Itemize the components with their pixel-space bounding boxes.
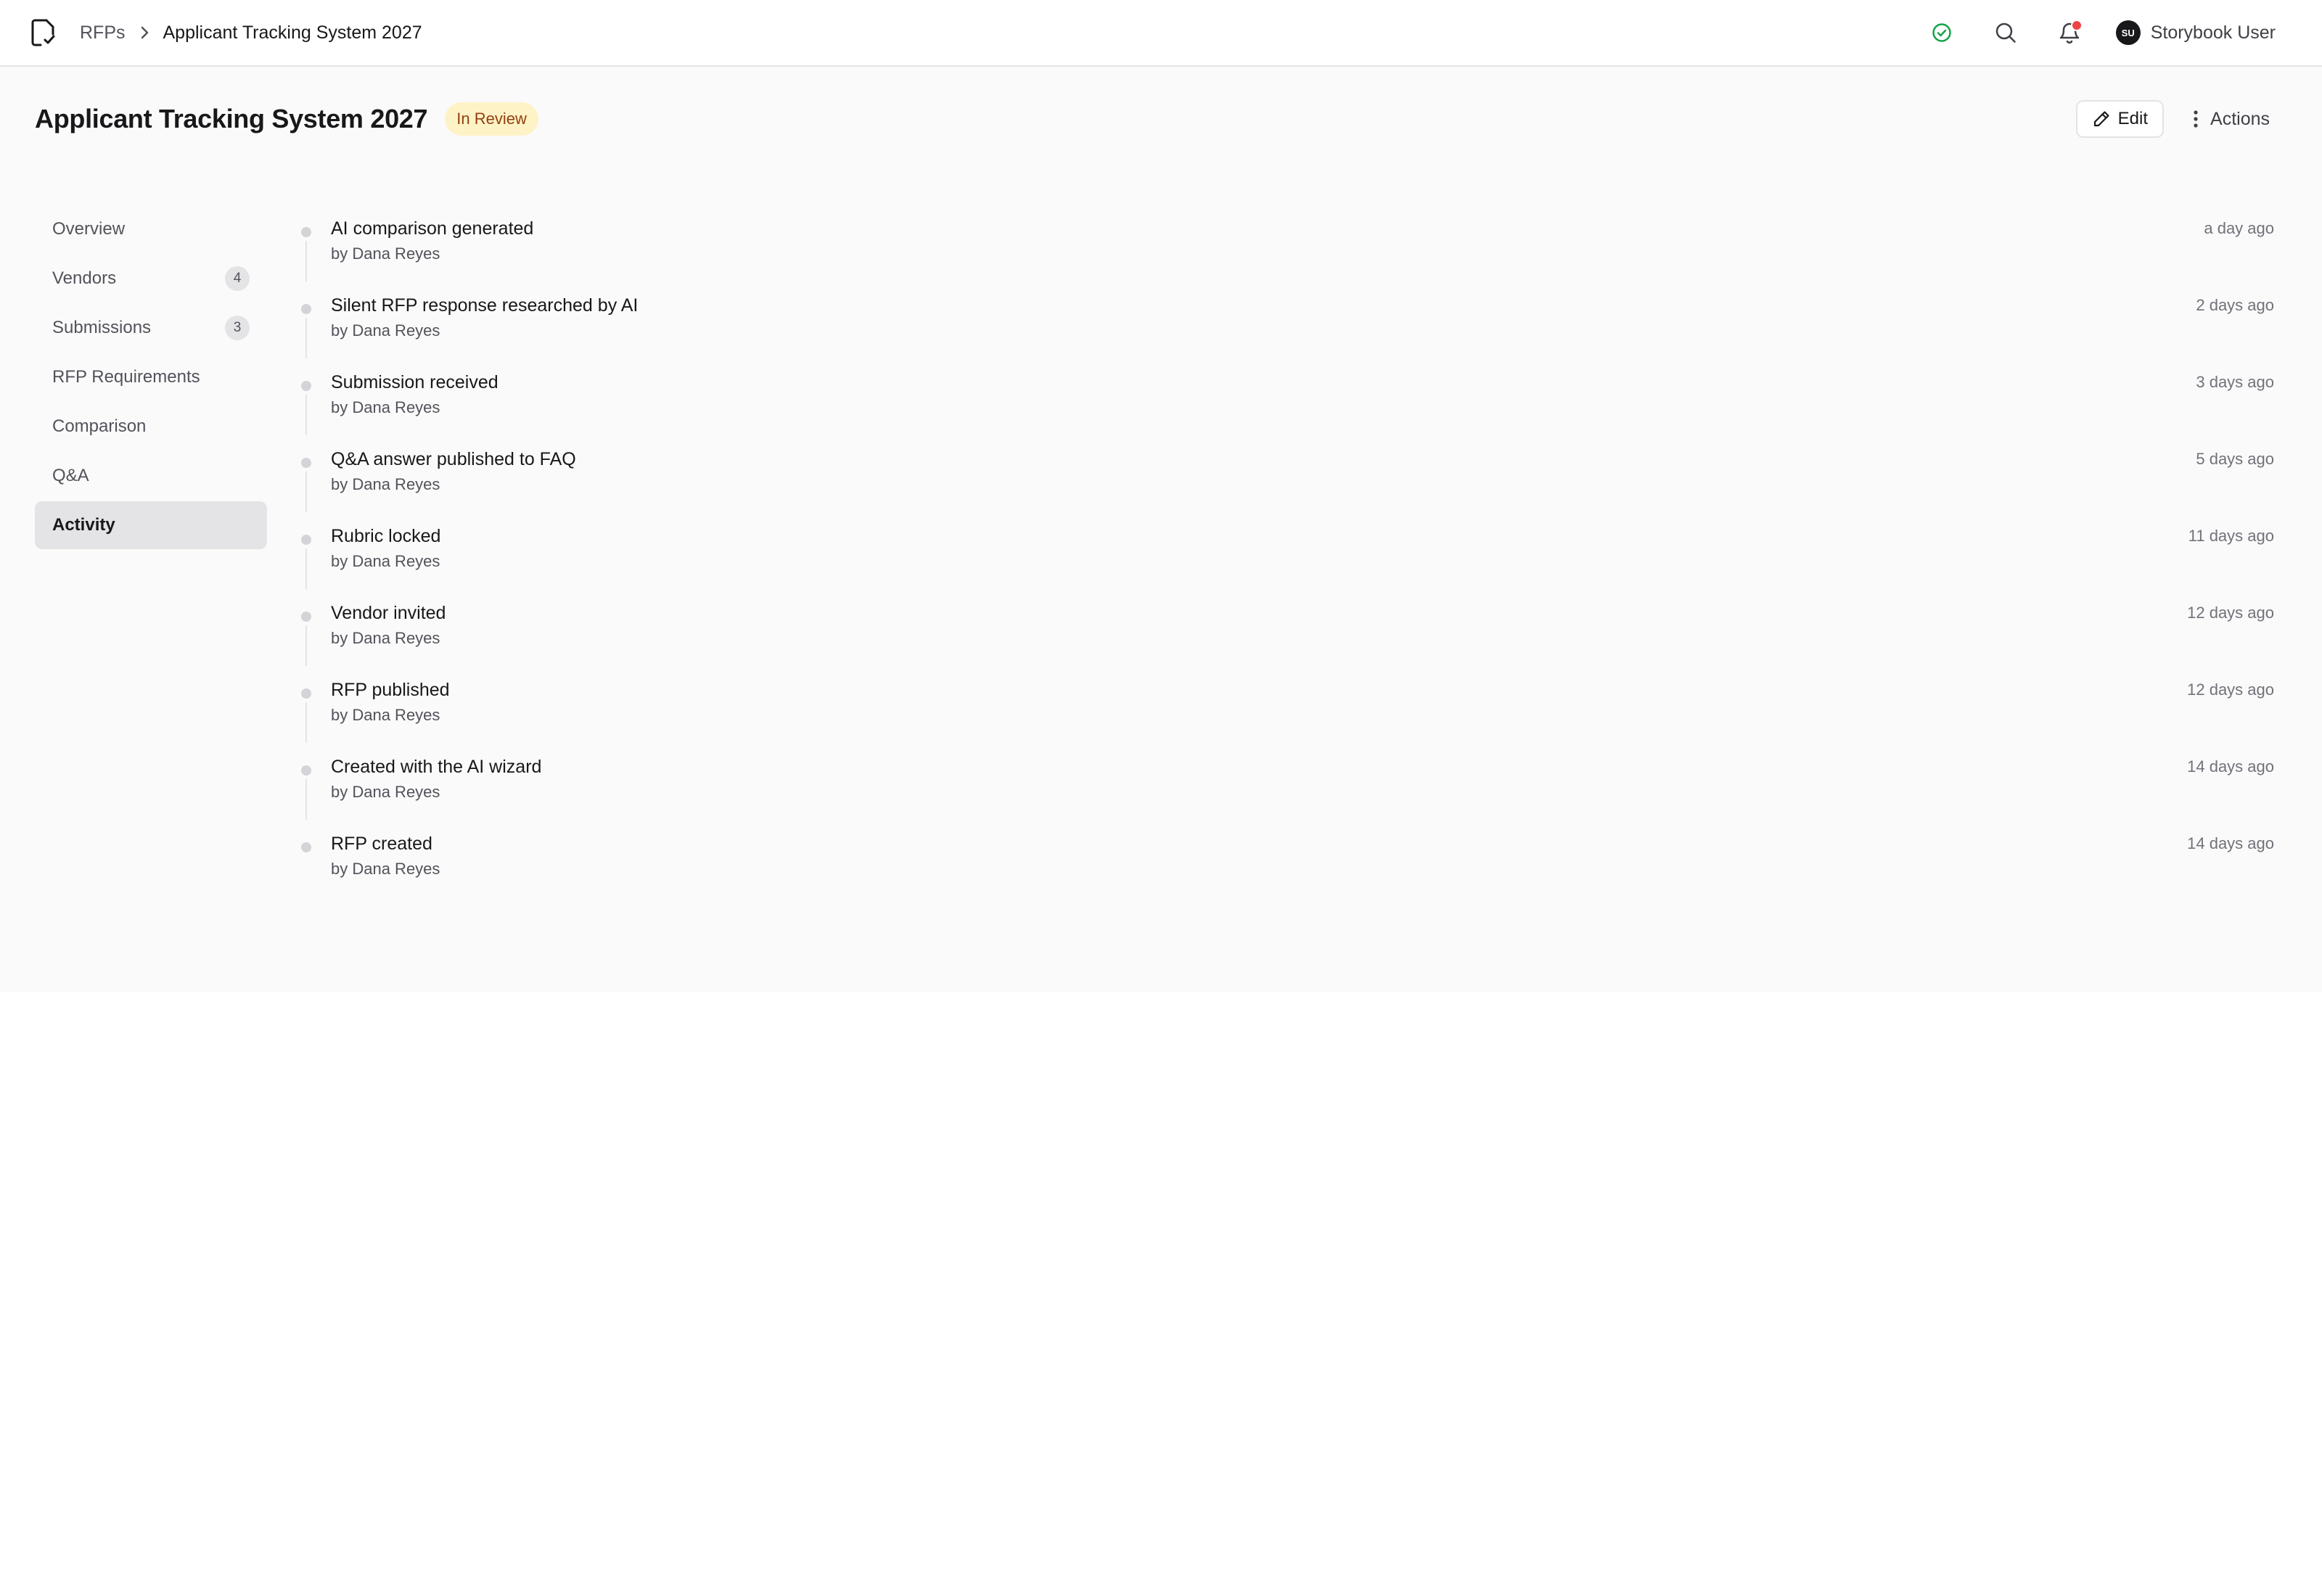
section-nav: Overview Vendors 4 Submissions 3 RFP Req…	[35, 205, 267, 551]
activity-title: AI comparison generated	[331, 218, 534, 239]
timeline-dot	[301, 458, 311, 468]
activity-author: by Dana Reyes	[331, 398, 440, 416]
nav-item-vendors[interactable]: Vendors 4	[35, 255, 267, 303]
breadcrumb: RFPs Applicant Tracking System 2027	[80, 22, 422, 44]
activity-title: Silent RFP response researched by AI	[331, 295, 639, 316]
activity-author: by Dana Reyes	[331, 475, 440, 493]
activity-author: by Dana Reyes	[331, 783, 440, 801]
activity-time: 11 days ago	[2188, 527, 2274, 545]
activity-title: RFP published	[331, 680, 450, 700]
activity-time: 14 days ago	[2187, 757, 2274, 776]
timeline-connector	[305, 779, 307, 820]
activity-time: 2 days ago	[2196, 296, 2274, 314]
activity-item: RFP created by Dana Reyes 14 days ago	[298, 830, 2274, 907]
activity-author: by Dana Reyes	[331, 706, 440, 724]
activity-title: Vendor invited	[331, 603, 446, 623]
timeline-connector	[305, 625, 307, 666]
actions-button[interactable]: Actions	[2175, 100, 2287, 138]
status-badge: In Review	[445, 102, 538, 136]
app-shell: RFPs Applicant Tracking System 2027 SU S…	[0, 0, 2322, 992]
timeline-dot	[301, 535, 311, 545]
activity-author: by Dana Reyes	[331, 321, 440, 340]
notification-dot	[2070, 20, 2083, 31]
bell-icon[interactable]	[2052, 15, 2087, 50]
nav-item-rfp-requirements[interactable]: RFP Requirements	[35, 353, 267, 401]
timeline-dot	[301, 688, 311, 699]
timeline-dot	[301, 612, 311, 622]
nav-item-label: Submissions	[52, 318, 152, 337]
nav-item-label: Overview	[52, 219, 126, 239]
nav-item-comparison[interactable]: Comparison	[35, 403, 267, 451]
search-icon[interactable]	[1988, 15, 2023, 50]
breadcrumb-rfps-link[interactable]: RFPs	[80, 22, 126, 44]
timeline-dot	[301, 842, 311, 852]
nav-item-label: Vendors	[52, 268, 117, 288]
activity-item: Vendor invited by Dana Reyes 12 days ago	[298, 599, 2274, 676]
activity-author: by Dana Reyes	[331, 860, 440, 878]
topbar-actions: SU Storybook User	[1895, 15, 2293, 50]
nav-item-label: Activity	[52, 515, 115, 535]
activity-timeline: AI comparison generated by Dana Reyes a …	[298, 215, 2274, 907]
edit-button[interactable]: Edit	[2075, 100, 2165, 138]
timeline-dot	[301, 227, 311, 237]
chevron-right-icon	[139, 25, 150, 41]
page-title: Applicant Tracking System 2027	[35, 104, 428, 133]
timeline-connector	[305, 318, 307, 358]
avatar: SU	[2115, 20, 2141, 45]
timeline-dot	[301, 381, 311, 391]
activity-item: RFP published by Dana Reyes 12 days ago	[298, 676, 2274, 753]
activity-item: Rubric locked by Dana Reyes 11 days ago	[298, 522, 2274, 599]
more-vertical-icon	[2193, 110, 2199, 128]
activity-item: Q&A answer published to FAQ by Dana Reye…	[298, 445, 2274, 522]
count-badge: 4	[225, 266, 250, 291]
activity-title: Q&A answer published to FAQ	[331, 449, 576, 469]
nav-item-label: RFP Requirements	[52, 367, 200, 387]
user-menu[interactable]: SU Storybook User	[2115, 20, 2276, 45]
activity-time: 12 days ago	[2187, 604, 2274, 622]
pencil-icon	[2092, 110, 2111, 128]
activity-item: AI comparison generated by Dana Reyes a …	[298, 215, 2274, 292]
activity-author: by Dana Reyes	[331, 552, 440, 570]
breadcrumb-current: Applicant Tracking System 2027	[163, 22, 422, 43]
timeline-connector	[305, 395, 307, 435]
activity-item: Created with the AI wizard by Dana Reyes…	[298, 753, 2274, 830]
user-name: Storybook User	[2150, 22, 2276, 43]
timeline-dot	[301, 765, 311, 776]
nav-item-activity[interactable]: Activity	[35, 501, 267, 549]
actions-button-label: Actions	[2210, 108, 2270, 129]
activity-author: by Dana Reyes	[331, 244, 440, 263]
activity-author: by Dana Reyes	[331, 629, 440, 647]
activity-title: Rubric locked	[331, 526, 441, 546]
nav-item-qa[interactable]: Q&A	[35, 452, 267, 500]
activity-time: 14 days ago	[2187, 834, 2274, 852]
activity-title: Submission received	[331, 372, 499, 392]
edit-button-label: Edit	[2117, 109, 2149, 128]
nav-item-label: Comparison	[52, 416, 147, 436]
activity-time: 3 days ago	[2196, 373, 2274, 391]
nav-item-overview[interactable]: Overview	[35, 205, 267, 253]
header-actions: Edit Actions	[2075, 100, 2287, 138]
timeline-connector	[305, 702, 307, 743]
activity-time: a day ago	[2204, 219, 2274, 237]
activity-title: RFP created	[331, 834, 432, 854]
timeline-connector	[305, 241, 307, 281]
timeline-connector	[305, 472, 307, 512]
check-circle-icon[interactable]	[1924, 15, 1959, 50]
page-header: Applicant Tracking System 2027 In Review…	[0, 67, 2322, 171]
timeline-dot	[301, 304, 311, 314]
activity-item: Silent RFP response researched by AI by …	[298, 292, 2274, 369]
nav-item-label: Q&A	[52, 466, 89, 485]
activity-time: 12 days ago	[2187, 680, 2274, 699]
file-check-icon[interactable]	[29, 18, 58, 47]
top-bar: RFPs Applicant Tracking System 2027 SU S…	[0, 0, 2322, 67]
nav-item-submissions[interactable]: Submissions 3	[35, 304, 267, 352]
timeline-connector	[305, 548, 307, 589]
activity-item: Submission received by Dana Reyes 3 days…	[298, 369, 2274, 445]
count-badge: 3	[225, 316, 250, 340]
activity-time: 5 days ago	[2196, 450, 2274, 468]
activity-title: Created with the AI wizard	[331, 757, 542, 777]
